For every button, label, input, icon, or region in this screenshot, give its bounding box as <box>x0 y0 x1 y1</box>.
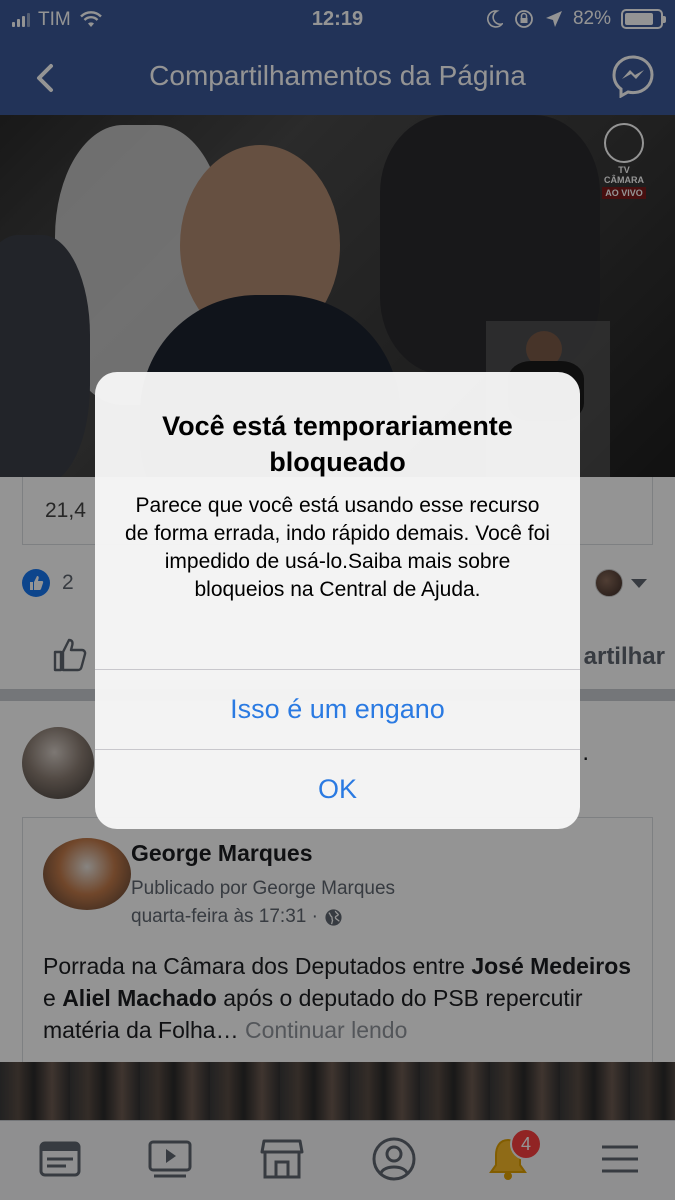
ok-button[interactable]: OK <box>95 750 580 829</box>
alert-title: Você está temporariamente bloqueado <box>162 411 513 477</box>
report-mistake-button[interactable]: Isso é um engano <box>95 670 580 749</box>
blocked-alert-dialog: Você está temporariamente bloqueado Pare… <box>95 372 580 829</box>
alert-message: Parece que você está usando esse recurso… <box>125 494 550 601</box>
